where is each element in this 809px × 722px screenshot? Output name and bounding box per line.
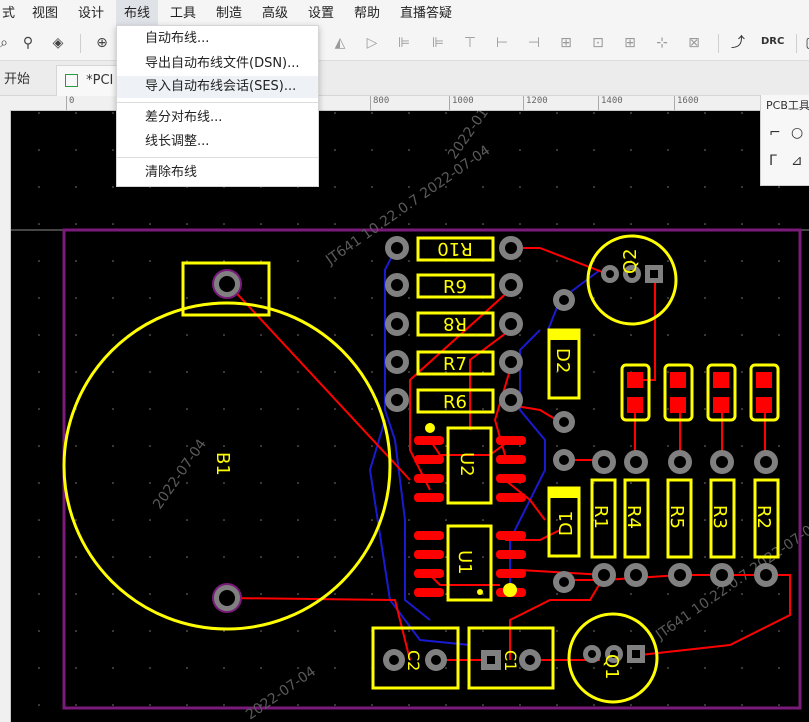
align-bottom-icon[interactable]: ⊫	[428, 33, 448, 53]
pcb-doc-icon	[65, 74, 78, 87]
ruler-tick	[523, 96, 524, 110]
ruler-top: 0 800 1000 1200 1400 1600	[0, 96, 760, 111]
designator-q1: Q1	[601, 654, 622, 680]
route-track-icon[interactable]: ⌐	[769, 125, 781, 141]
align-right-icon[interactable]: ▷	[362, 33, 382, 53]
menu-item-clear-route[interactable]: 清除布线	[117, 162, 318, 184]
ruler-tick	[370, 96, 371, 110]
distribute-h-icon[interactable]: ⊢	[492, 33, 512, 53]
menu-help[interactable]: 帮助	[346, 0, 388, 27]
tab-pcb-label: *PCI	[86, 73, 114, 88]
menu-separator	[117, 157, 318, 158]
ruler-label: 1000	[452, 96, 474, 106]
ruler-label: 1200	[526, 96, 548, 106]
drc-button[interactable]: DRC	[761, 36, 784, 47]
ruler-tick	[449, 96, 450, 110]
designator-r7: R7	[443, 354, 467, 375]
ruler-tick	[598, 96, 599, 110]
designator-r6: R6	[443, 392, 467, 413]
toolbar-divider	[796, 34, 797, 53]
designator-c1: C1	[501, 650, 520, 671]
ruler-label: 0	[69, 96, 75, 106]
ruler-label: 1600	[677, 96, 699, 106]
menu-item-auto-route[interactable]: 自动布线...	[117, 28, 318, 50]
menu-item-diff-pair[interactable]: 差分对布线...	[117, 107, 318, 129]
eraser-icon[interactable]: ◈	[48, 33, 68, 53]
menu-tools[interactable]: 工具	[162, 0, 204, 27]
distribute-v-icon[interactable]: ⊣	[524, 33, 544, 53]
menu-item-import-ses[interactable]: 导入自动布线会话(SES)...	[117, 76, 318, 98]
menu-live-qa[interactable]: 直播答疑	[392, 0, 460, 27]
designator-r5: R5	[666, 505, 687, 529]
angle-icon[interactable]: ⊿	[791, 153, 803, 169]
toolbar-divider	[80, 34, 81, 53]
designator-c2: C2	[404, 650, 423, 671]
pcb-canvas[interactable]: JT641 10.22.0.7 2022-07-04 2022-07-04 JT…	[11, 111, 809, 722]
ruler-label: 800	[373, 96, 390, 106]
find-icon[interactable]: ⚲	[18, 33, 38, 53]
menu-view[interactable]: 视图	[24, 0, 66, 27]
align-top-icon[interactable]: ⊫	[394, 33, 414, 53]
menu-fabrication[interactable]: 制造	[208, 0, 250, 27]
arc-icon[interactable]: ○	[791, 125, 803, 141]
snap-icon[interactable]: ⊹	[652, 33, 672, 53]
ruler-tick	[674, 96, 675, 110]
menu-advanced[interactable]: 高级	[254, 0, 296, 27]
tab-start-label: 开始	[4, 72, 31, 87]
menu-bar: 式 视图 设计 布线 工具 制造 高级 设置 帮助 直播答疑	[0, 0, 809, 28]
ruler-label: 1400	[601, 96, 623, 106]
designator-r1: R1	[590, 505, 611, 529]
designator-u1: U1	[454, 550, 475, 575]
designator-r3: R3	[709, 505, 730, 529]
designator-r4: R4	[623, 505, 644, 529]
align-center-icon[interactable]: ⊤	[460, 33, 480, 53]
panel-icon[interactable]: ▢	[802, 33, 809, 53]
layout-icon[interactable]: ⊠	[684, 33, 704, 53]
ruler-tick	[66, 96, 67, 110]
routing-dropdown-menu: 自动布线... 导出自动布线文件(DSN)... 导入自动布线会话(SES)..…	[116, 25, 319, 187]
designator-u2: U2	[456, 452, 477, 477]
route-icon[interactable]: ⤴	[728, 33, 748, 53]
designator-q2: Q2	[620, 248, 641, 274]
menu-item-length-tuning[interactable]: 线长调整...	[117, 131, 318, 153]
menu-design[interactable]: 设计	[70, 0, 112, 27]
menu-item-export-dsn[interactable]: 导出自动布线文件(DSN)...	[117, 53, 318, 75]
line-icon[interactable]: Γ	[769, 153, 777, 169]
grid-icon[interactable]: ⊡	[588, 33, 608, 53]
align-left-icon[interactable]: ◭	[330, 33, 350, 53]
designator-d2: D2	[552, 348, 573, 373]
ruler-left	[0, 110, 11, 722]
cross-align-icon[interactable]: ⊞	[620, 33, 640, 53]
menu-format[interactable]: 式	[0, 0, 23, 27]
menu-routing[interactable]: 布线	[116, 0, 159, 27]
search-icon[interactable]: ⌕	[0, 33, 14, 53]
menu-separator	[117, 102, 318, 103]
designator-r9: R9	[443, 277, 467, 298]
pcb-tools-panel: PCB工具 ⌐ ○ Γ ⊿	[760, 95, 809, 186]
equal-space-icon[interactable]: ⊞	[556, 33, 576, 53]
menu-settings[interactable]: 设置	[300, 0, 342, 27]
pcb-tools-title: PCB工具	[766, 99, 809, 112]
designator-r8: R8	[443, 313, 467, 334]
designator-b1: B1	[212, 452, 233, 476]
zoom-in-icon[interactable]: ⊕	[92, 33, 112, 53]
designator-d1: D1	[556, 511, 577, 536]
designator-r10: R10	[437, 238, 472, 259]
designator-r2: R2	[753, 505, 774, 529]
toolbar-divider	[718, 34, 719, 53]
